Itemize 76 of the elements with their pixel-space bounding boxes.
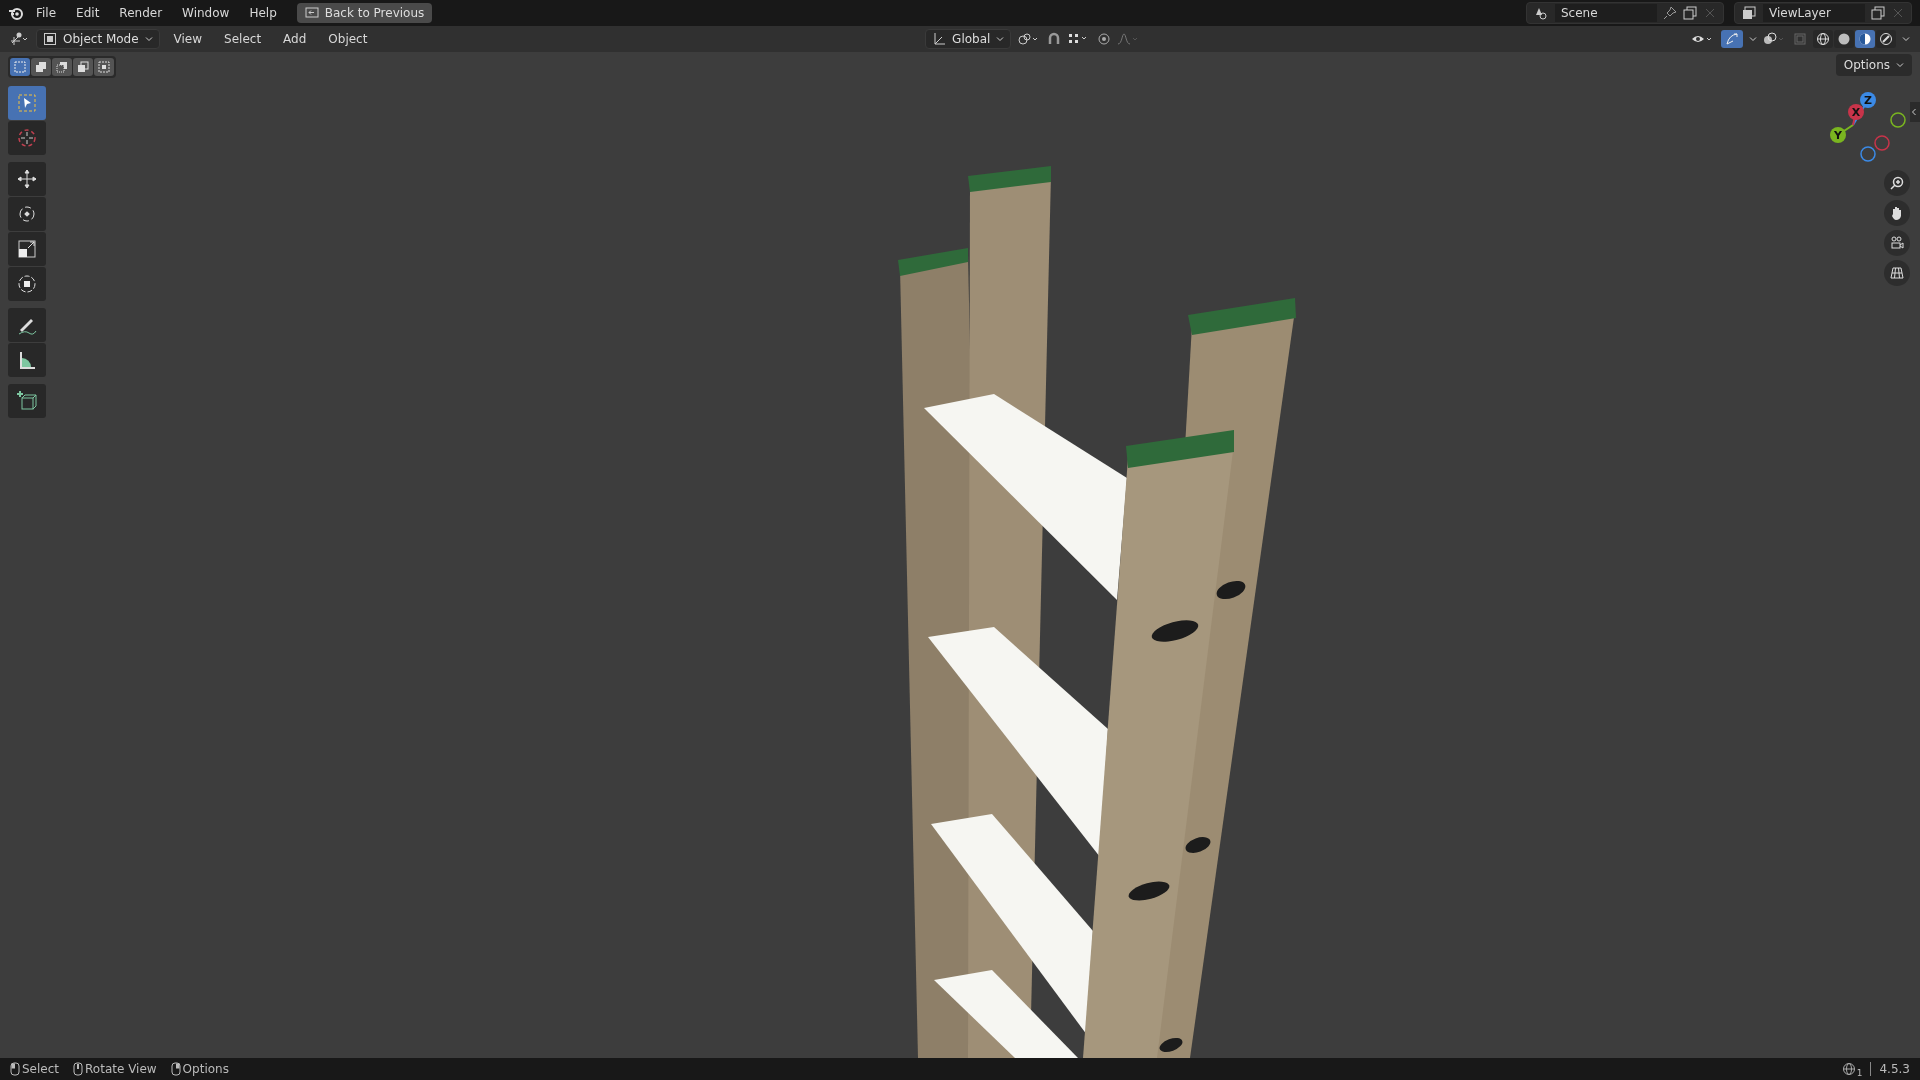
measure-tool-button[interactable] [8,343,46,377]
intersect-squares-icon [97,60,111,74]
menu-item[interactable]: Help [241,6,285,20]
add-cube-tool-button[interactable] [8,384,46,418]
scale-tool-button[interactable] [8,232,46,266]
caret-icon[interactable] [1749,35,1757,43]
menu-item[interactable]: Window [174,6,238,20]
invert-select-mode-button[interactable] [73,58,93,76]
camera-view-button[interactable] [1884,230,1910,256]
zoom-icon [1889,175,1905,191]
back-to-previous-button[interactable]: Back to Previous [296,3,433,23]
status-hint: Select [22,1062,60,1076]
sidebar-toggle[interactable] [1910,102,1920,122]
intersect-select-mode-button[interactable] [94,58,114,76]
menu-item[interactable]: Render [111,6,171,20]
menu-item[interactable]: View [165,32,211,46]
projection-button[interactable] [1884,260,1910,286]
subtract-squares-icon [55,60,69,74]
camera-icon [1889,235,1905,251]
cursor-tool-button[interactable] [8,121,46,155]
proportional-edit-icon[interactable] [1097,32,1112,46]
menu-item[interactable]: File [28,6,65,20]
subtract-select-mode-button[interactable] [52,58,72,76]
gizmo-toggle[interactable] [1721,30,1743,48]
gizmo-arrows-icon [1725,32,1739,46]
material-shading-button[interactable] [1855,30,1875,48]
material-sphere-icon [1858,32,1872,46]
left-mouse-button-icon [10,1062,20,1076]
status-hint: Rotate View [85,1062,157,1076]
cube-icon [43,32,57,46]
solid-shading-button[interactable] [1834,30,1854,48]
caret-icon[interactable] [1902,35,1910,43]
pan-button[interactable] [1884,200,1910,226]
new-squares-icon [13,60,27,74]
select-box-icon [15,91,39,115]
solid-sphere-icon [1837,32,1851,46]
wireframe-sphere-icon [1816,32,1830,46]
rendered-shading-button[interactable] [1876,30,1896,48]
caret-icon [1896,61,1904,69]
screen-icon [304,6,319,20]
add-cube-icon [15,389,39,413]
caret-icon [144,35,153,43]
transform-icon [15,272,39,296]
rendered-sphere-icon [1879,32,1893,46]
scale-icon [15,237,39,261]
status-hint: Options [182,1062,229,1076]
new-select-mode-button[interactable] [10,58,30,76]
extend-select-mode-button[interactable] [31,58,51,76]
editor-type-icon[interactable] [10,31,30,47]
menu-item[interactable]: Add [275,32,315,46]
wireframe-shading-button[interactable] [1813,30,1833,48]
chevron-left-icon [1910,108,1918,116]
move-tool-button[interactable] [8,162,46,196]
magnet-icon[interactable] [1047,32,1062,46]
grid-icon [1889,265,1905,281]
right-mouse-button-icon [170,1062,181,1076]
globe-icon [1841,1062,1856,1076]
annotate-tool-button[interactable] [8,308,46,342]
scene-count: 1 [1856,1068,1863,1078]
menu-item[interactable]: Select [216,32,270,46]
menu-item[interactable]: Object [320,32,376,46]
options-dropdown[interactable]: Options [1835,54,1912,76]
invert-squares-icon [76,60,90,74]
middle-mouse-button-icon [73,1062,84,1076]
rotate-tool-button[interactable] [8,197,46,231]
move-icon [15,167,39,191]
orientation-dropdown[interactable]: Global [925,29,1012,49]
mode-dropdown[interactable]: Object Mode [36,29,160,49]
axes-icon [932,32,947,46]
transform-tool-button[interactable] [8,267,46,301]
version-text: 4.5.3 [1879,1062,1910,1076]
menu-item[interactable]: Edit [68,6,108,20]
caret-icon [996,35,1005,43]
zoom-button[interactable] [1884,170,1910,196]
extend-squares-icon [34,60,48,74]
navigation-gizmo[interactable]: X Y Z [1830,92,1906,162]
